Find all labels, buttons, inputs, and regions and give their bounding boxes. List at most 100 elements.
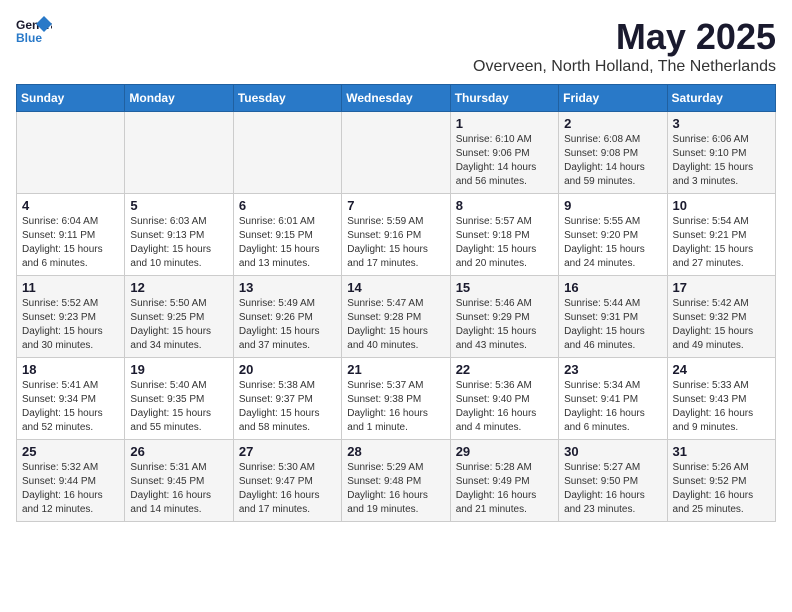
calendar-week-row: 1 Sunrise: 6:10 AMSunset: 9:06 PMDaylight… bbox=[17, 112, 776, 194]
day-number: 13 bbox=[239, 280, 336, 295]
weekday-header: Thursday bbox=[450, 85, 558, 112]
page-header: General Blue May 2025 Overveen, North Ho… bbox=[16, 16, 776, 76]
day-number: 17 bbox=[673, 280, 770, 295]
day-info: Sunrise: 5:31 AMSunset: 9:45 PMDaylight:… bbox=[130, 461, 227, 517]
calendar-day-cell: 27Sunrise: 5:30 AMSunset: 9:47 PMDayligh… bbox=[233, 440, 341, 522]
day-info: Sunrise: 5:59 AMSunset: 9:16 PMDaylight:… bbox=[347, 215, 444, 271]
calendar-day-cell: 1 Sunrise: 6:10 AMSunset: 9:06 PMDaylight… bbox=[450, 112, 558, 194]
calendar-body: 1 Sunrise: 6:10 AMSunset: 9:06 PMDaylight… bbox=[17, 112, 776, 522]
day-number: 7 bbox=[347, 198, 444, 213]
day-number: 26 bbox=[130, 444, 227, 459]
calendar-day-cell: 14 Sunrise: 5:47 AMSunset: 9:28 PMDayligh… bbox=[342, 276, 450, 358]
day-info: Sunrise: 5:54 AMSunset: 9:21 PMDaylight:… bbox=[673, 215, 770, 271]
day-info: Sunrise: 5:26 AMSunset: 9:52 PMDaylight:… bbox=[673, 461, 770, 517]
calendar-day-cell: 25 Sunrise: 5:32 AMSunset: 9:44 PMDayligh… bbox=[17, 440, 125, 522]
day-number: 12 bbox=[130, 280, 227, 295]
calendar-day-cell: 8 Sunrise: 5:57 AMSunset: 9:18 PMDaylight… bbox=[450, 194, 558, 276]
calendar-day-cell: 26 Sunrise: 5:31 AMSunset: 9:45 PMDayligh… bbox=[125, 440, 233, 522]
day-info: Sunrise: 6:04 AMSunset: 9:11 PMDaylight:… bbox=[22, 215, 119, 271]
day-info: Sunrise: 5:57 AMSunset: 9:18 PMDaylight:… bbox=[456, 215, 553, 271]
day-number: 29 bbox=[456, 444, 553, 459]
calendar-day-cell: 23 Sunrise: 5:34 AMSunset: 9:41 PMDayligh… bbox=[559, 358, 667, 440]
logo: General Blue bbox=[16, 16, 52, 44]
day-info: Sunrise: 5:38 AMSunset: 9:37 PMDaylight:… bbox=[239, 379, 336, 435]
day-info: Sunrise: 5:34 AMSunset: 9:41 PMDaylight:… bbox=[564, 379, 661, 435]
day-number: 10 bbox=[673, 198, 770, 213]
day-number: 27 bbox=[239, 444, 336, 459]
day-info: Sunrise: 5:27 AMSunset: 9:50 PMDaylight:… bbox=[564, 461, 661, 517]
calendar-day-cell bbox=[125, 112, 233, 194]
calendar-day-cell bbox=[17, 112, 125, 194]
calendar-table: SundayMondayTuesdayWednesdayThursdayFrid… bbox=[16, 84, 776, 522]
day-number: 18 bbox=[22, 362, 119, 377]
day-info: Sunrise: 6:06 AMSunset: 9:10 PMDaylight:… bbox=[673, 133, 770, 189]
calendar-day-cell: 17 Sunrise: 5:42 AMSunset: 9:32 PMDayligh… bbox=[667, 276, 775, 358]
weekday-header: Saturday bbox=[667, 85, 775, 112]
day-number: 22 bbox=[456, 362, 553, 377]
day-info: Sunrise: 5:50 AMSunset: 9:25 PMDaylight:… bbox=[130, 297, 227, 353]
calendar-day-cell: 10 Sunrise: 5:54 AMSunset: 9:21 PMDayligh… bbox=[667, 194, 775, 276]
calendar-day-cell: 21Sunrise: 5:37 AMSunset: 9:38 PMDayligh… bbox=[342, 358, 450, 440]
calendar-day-cell: 28Sunrise: 5:29 AMSunset: 9:48 PMDayligh… bbox=[342, 440, 450, 522]
day-number: 23 bbox=[564, 362, 661, 377]
day-number: 25 bbox=[22, 444, 119, 459]
day-info: Sunrise: 5:52 AMSunset: 9:23 PMDaylight:… bbox=[22, 297, 119, 353]
calendar-week-row: 4Sunrise: 6:04 AMSunset: 9:11 PMDaylight… bbox=[17, 194, 776, 276]
day-number: 2 bbox=[564, 116, 661, 131]
title-block: May 2025 Overveen, North Holland, The Ne… bbox=[473, 16, 776, 76]
day-info: Sunrise: 5:40 AMSunset: 9:35 PMDaylight:… bbox=[130, 379, 227, 435]
calendar-day-cell: 29 Sunrise: 5:28 AMSunset: 9:49 PMDayligh… bbox=[450, 440, 558, 522]
day-number: 16 bbox=[564, 280, 661, 295]
svg-text:Blue: Blue bbox=[16, 31, 42, 44]
calendar-day-cell: 16 Sunrise: 5:44 AMSunset: 9:31 PMDayligh… bbox=[559, 276, 667, 358]
day-info: Sunrise: 5:36 AMSunset: 9:40 PMDaylight:… bbox=[456, 379, 553, 435]
weekday-header: Monday bbox=[125, 85, 233, 112]
day-info: Sunrise: 5:55 AMSunset: 9:20 PMDaylight:… bbox=[564, 215, 661, 271]
day-info: Sunrise: 6:08 AMSunset: 9:08 PMDaylight:… bbox=[564, 133, 661, 189]
weekday-header: Wednesday bbox=[342, 85, 450, 112]
day-info: Sunrise: 5:41 AMSunset: 9:34 PMDaylight:… bbox=[22, 379, 119, 435]
day-number: 19 bbox=[130, 362, 227, 377]
day-info: Sunrise: 5:28 AMSunset: 9:49 PMDaylight:… bbox=[456, 461, 553, 517]
calendar-day-cell: 15 Sunrise: 5:46 AMSunset: 9:29 PMDayligh… bbox=[450, 276, 558, 358]
calendar-day-cell: 7 Sunrise: 5:59 AMSunset: 9:16 PMDaylight… bbox=[342, 194, 450, 276]
calendar-week-row: 18 Sunrise: 5:41 AMSunset: 9:34 PMDayligh… bbox=[17, 358, 776, 440]
day-number: 15 bbox=[456, 280, 553, 295]
day-number: 30 bbox=[564, 444, 661, 459]
day-info: Sunrise: 5:49 AMSunset: 9:26 PMDaylight:… bbox=[239, 297, 336, 353]
day-number: 21 bbox=[347, 362, 444, 377]
calendar-day-cell: 18 Sunrise: 5:41 AMSunset: 9:34 PMDayligh… bbox=[17, 358, 125, 440]
calendar-day-cell: 22 Sunrise: 5:36 AMSunset: 9:40 PMDayligh… bbox=[450, 358, 558, 440]
day-number: 8 bbox=[456, 198, 553, 213]
day-info: Sunrise: 5:33 AMSunset: 9:43 PMDaylight:… bbox=[673, 379, 770, 435]
calendar-day-cell: 19 Sunrise: 5:40 AMSunset: 9:35 PMDayligh… bbox=[125, 358, 233, 440]
day-number: 1 bbox=[456, 116, 553, 131]
day-info: Sunrise: 6:01 AMSunset: 9:15 PMDaylight:… bbox=[239, 215, 336, 271]
calendar-week-row: 11Sunrise: 5:52 AMSunset: 9:23 PMDayligh… bbox=[17, 276, 776, 358]
day-info: Sunrise: 5:32 AMSunset: 9:44 PMDaylight:… bbox=[22, 461, 119, 517]
day-number: 6 bbox=[239, 198, 336, 213]
day-number: 28 bbox=[347, 444, 444, 459]
calendar-day-cell: 31 Sunrise: 5:26 AMSunset: 9:52 PMDayligh… bbox=[667, 440, 775, 522]
day-info: Sunrise: 5:42 AMSunset: 9:32 PMDaylight:… bbox=[673, 297, 770, 353]
day-number: 20 bbox=[239, 362, 336, 377]
day-info: Sunrise: 6:10 AMSunset: 9:06 PMDaylight:… bbox=[456, 133, 553, 189]
calendar-day-cell: 30 Sunrise: 5:27 AMSunset: 9:50 PMDayligh… bbox=[559, 440, 667, 522]
calendar-day-cell: 24Sunrise: 5:33 AMSunset: 9:43 PMDayligh… bbox=[667, 358, 775, 440]
day-info: Sunrise: 5:47 AMSunset: 9:28 PMDaylight:… bbox=[347, 297, 444, 353]
calendar-day-cell: 5Sunrise: 6:03 AMSunset: 9:13 PMDaylight… bbox=[125, 194, 233, 276]
calendar-day-cell: 13 Sunrise: 5:49 AMSunset: 9:26 PMDayligh… bbox=[233, 276, 341, 358]
calendar-day-cell: 6 Sunrise: 6:01 AMSunset: 9:15 PMDaylight… bbox=[233, 194, 341, 276]
day-info: Sunrise: 5:44 AMSunset: 9:31 PMDaylight:… bbox=[564, 297, 661, 353]
weekday-header: Tuesday bbox=[233, 85, 341, 112]
month-year: May 2025 bbox=[473, 16, 776, 58]
calendar-day-cell bbox=[233, 112, 341, 194]
day-number: 14 bbox=[347, 280, 444, 295]
logo-icon: General Blue bbox=[16, 16, 52, 44]
weekday-header: Sunday bbox=[17, 85, 125, 112]
calendar-day-cell: 12 Sunrise: 5:50 AMSunset: 9:25 PMDayligh… bbox=[125, 276, 233, 358]
calendar-header: SundayMondayTuesdayWednesdayThursdayFrid… bbox=[17, 85, 776, 112]
day-number: 9 bbox=[564, 198, 661, 213]
day-number: 31 bbox=[673, 444, 770, 459]
day-info: Sunrise: 5:46 AMSunset: 9:29 PMDaylight:… bbox=[456, 297, 553, 353]
